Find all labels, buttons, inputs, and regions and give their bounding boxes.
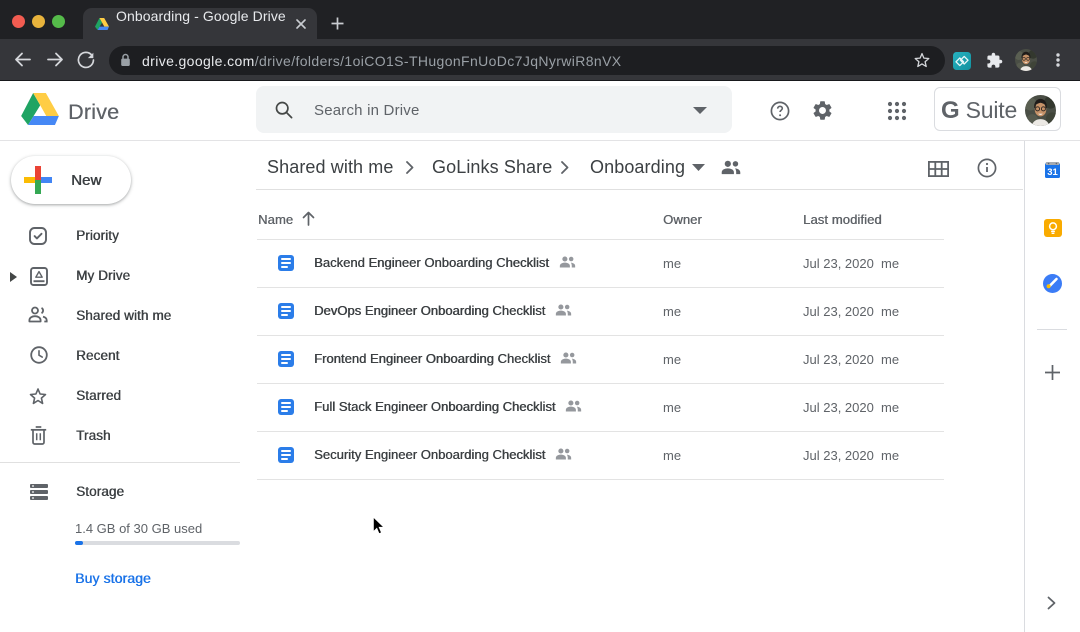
svg-text:31: 31 — [1047, 167, 1058, 178]
